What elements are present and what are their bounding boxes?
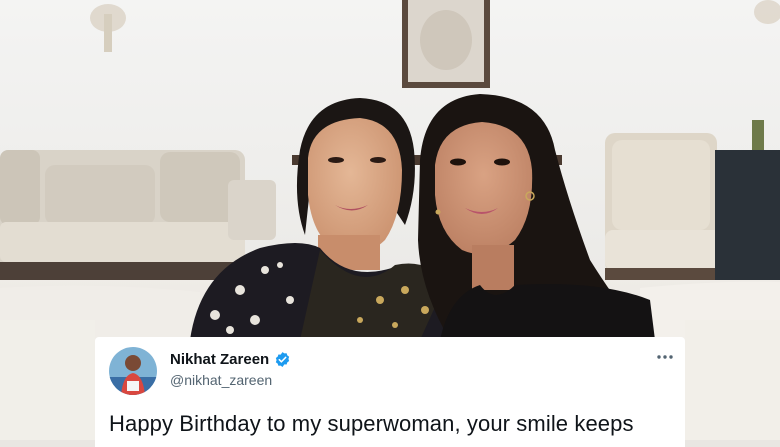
display-name-row[interactable]: Nikhat Zareen	[170, 351, 291, 368]
tweet-text: Happy Birthday to my superwoman, your sm…	[109, 411, 634, 436]
avatar-image	[109, 347, 157, 395]
verified-badge-icon	[276, 352, 290, 367]
user-handle[interactable]: @nikhat_zareen	[170, 372, 272, 388]
sofa-left	[0, 150, 245, 284]
tweet-card: Nikhat Zareen @nikhat_zareen Happy Birth…	[95, 337, 685, 447]
wall-frame	[402, 0, 490, 88]
profile-avatar[interactable]	[109, 347, 157, 395]
more-options-icon[interactable]	[653, 345, 677, 369]
display-name[interactable]: Nikhat Zareen	[170, 351, 269, 368]
ellipsis-icon	[657, 355, 673, 359]
